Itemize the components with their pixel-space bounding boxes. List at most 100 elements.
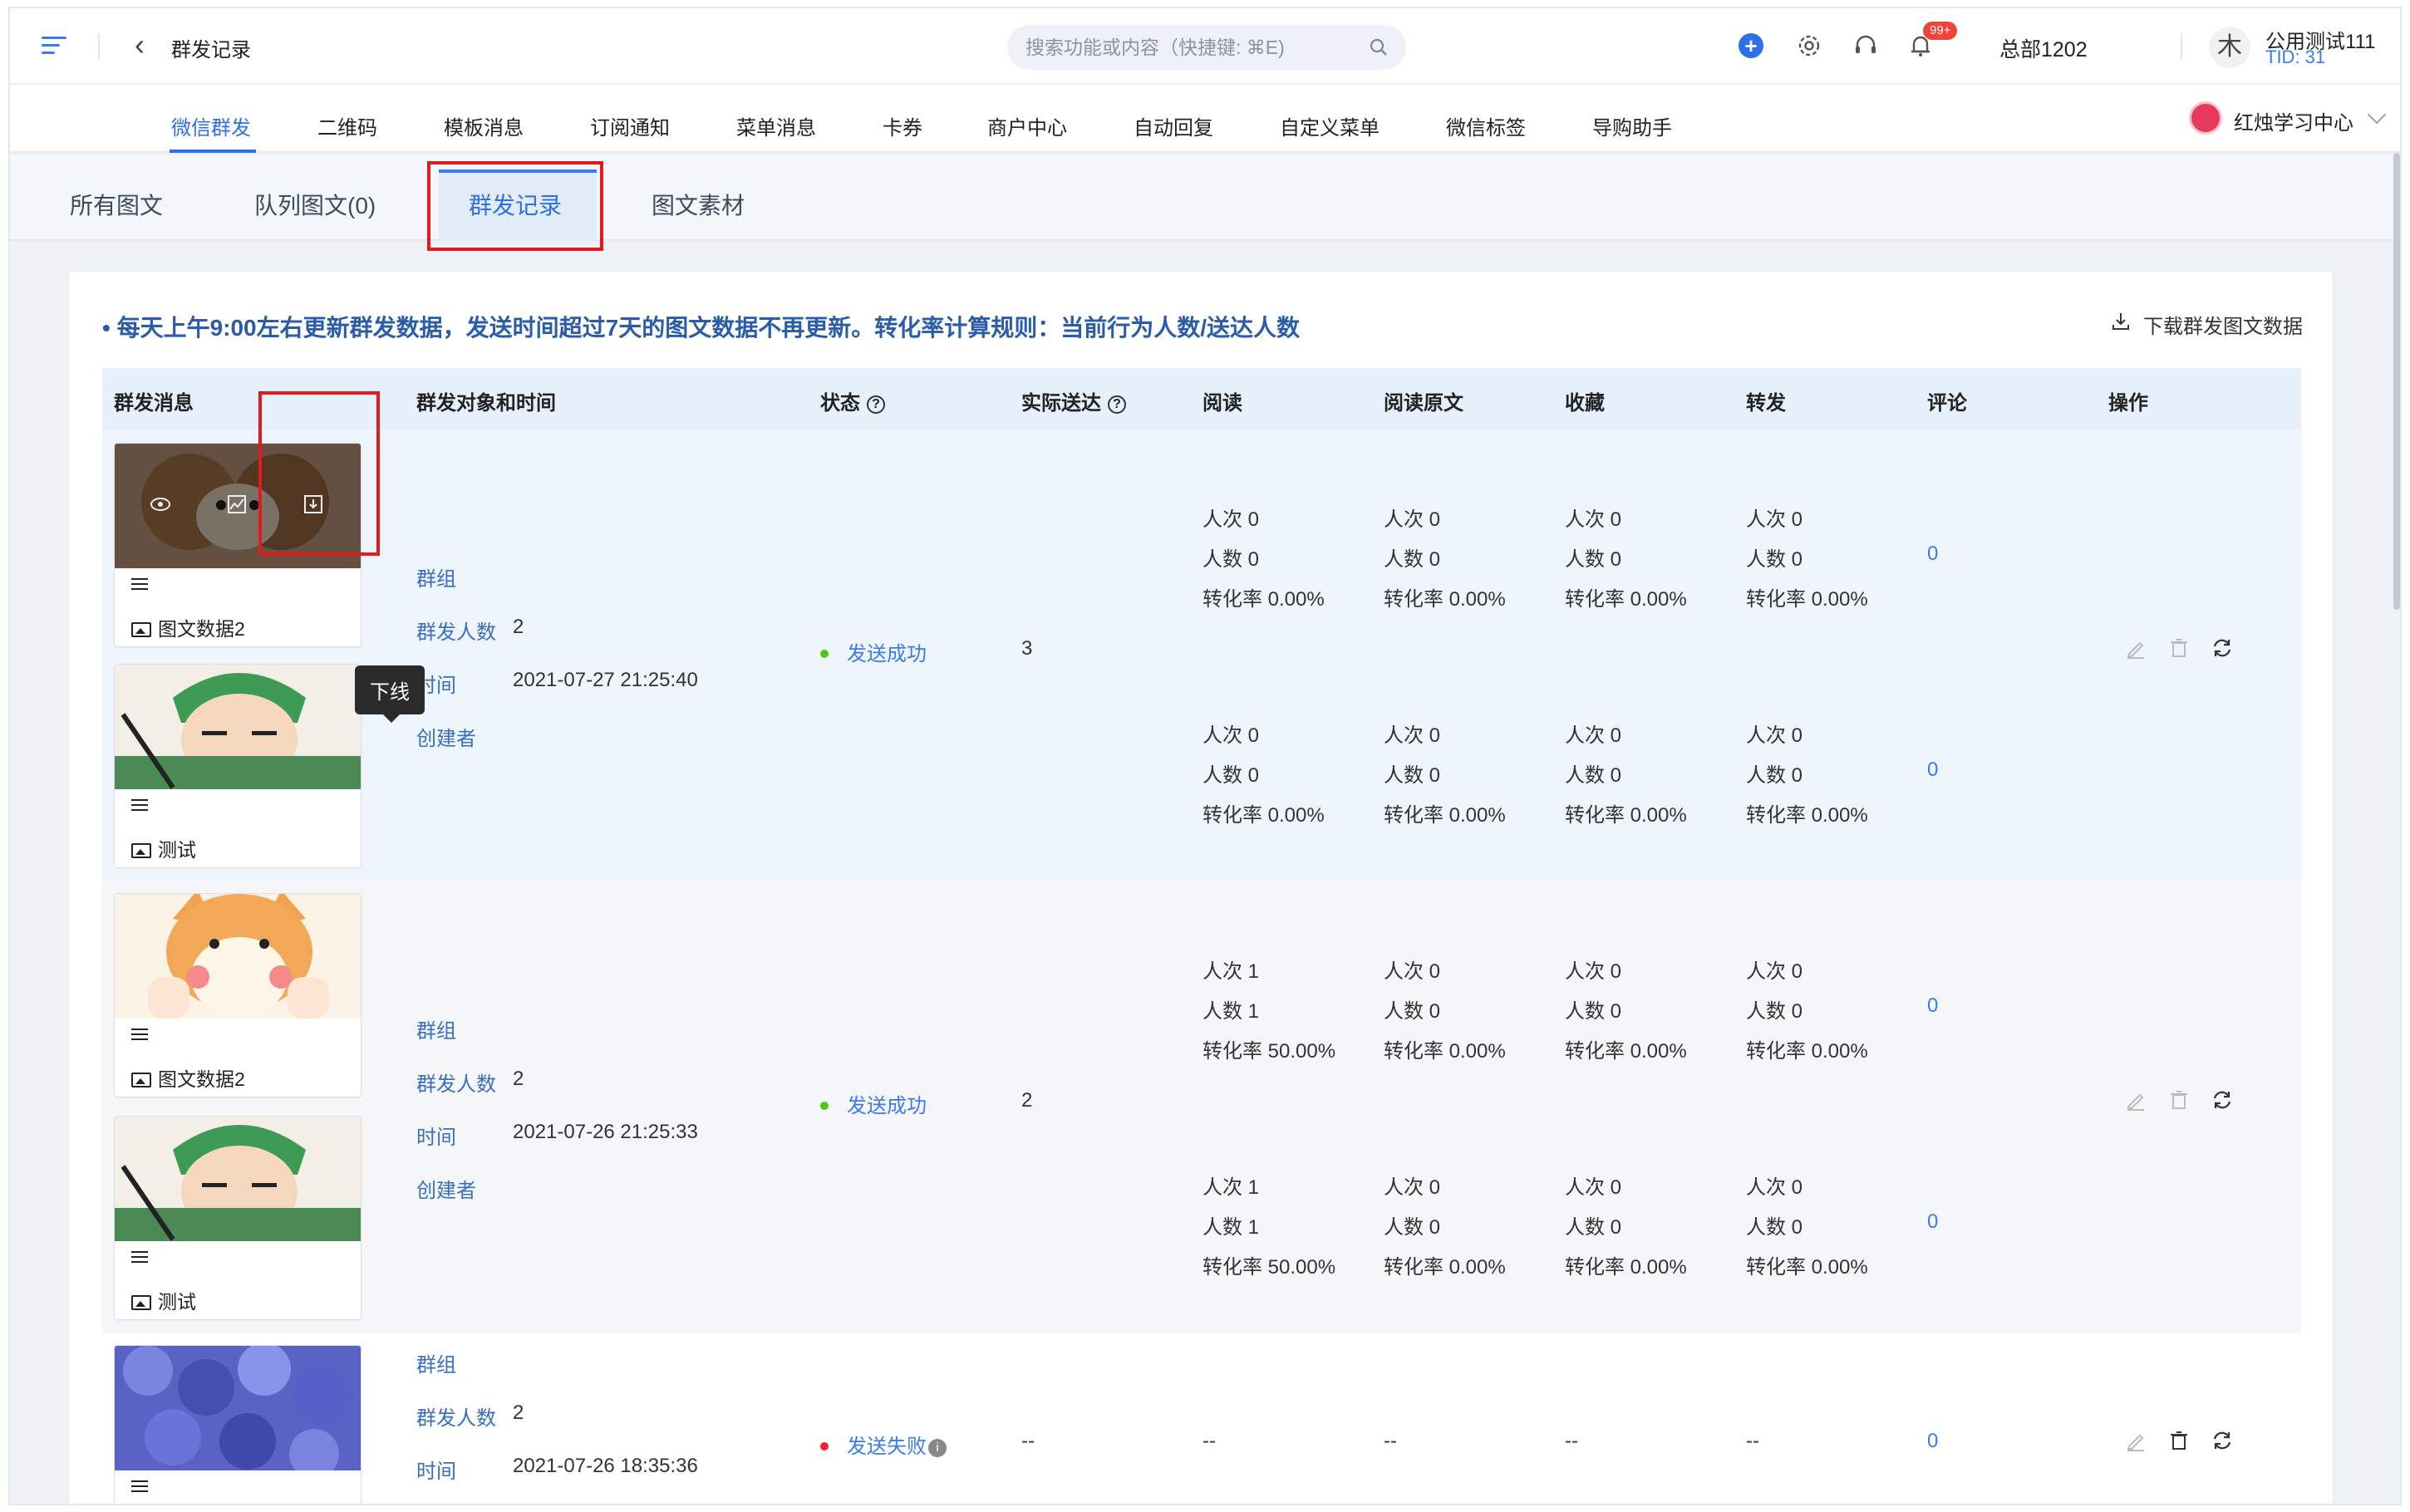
refresh-icon[interactable]	[2211, 637, 2233, 659]
avatar[interactable]: 木	[2209, 27, 2250, 68]
tab-all-articles[interactable]: 所有图文	[70, 188, 163, 221]
stat-value: 人数 0	[1746, 1000, 1803, 1023]
divider	[2181, 33, 2182, 60]
update-notice: • 每天上午9:00左右更新群发数据，发送时间超过7天的图文数据不再更新。转化率…	[102, 315, 1300, 341]
comment-count[interactable]: 0	[1927, 1210, 1938, 1234]
sub-tabs: 所有图文 队列图文(0) 群发记录 图文素材	[10, 155, 2400, 241]
status-badge: 发送成功	[820, 637, 927, 666]
chevron-down-icon[interactable]	[2367, 105, 2387, 125]
stat-value: 人数 0	[1384, 1216, 1441, 1239]
th-target: 群发对象和时间	[416, 392, 556, 415]
nav-item-auto-reply[interactable]: 自动回复	[1134, 111, 1213, 140]
nav-item-custom-menu[interactable]: 自定义菜单	[1280, 111, 1380, 140]
status-dot	[820, 650, 829, 658]
nav-item-template-msg[interactable]: 模板消息	[444, 111, 524, 140]
scrollbar-thumb[interactable]	[2393, 153, 2400, 610]
stat-value: 人数 0	[1565, 548, 1622, 571]
stat-value: 人数 0	[1384, 764, 1441, 787]
article-title: 测试	[131, 834, 196, 862]
delete-icon[interactable]	[2168, 637, 2190, 659]
add-icon[interactable]: +	[1739, 33, 1763, 58]
stat-value: 转化率 0.00%	[1565, 1040, 1687, 1063]
comment-count[interactable]: 0	[1927, 1430, 1938, 1453]
article-card[interactable]	[114, 1345, 362, 1504]
article-card[interactable]: 测试	[114, 1116, 362, 1320]
chart-icon[interactable]	[226, 493, 248, 515]
article-card[interactable]: 测试	[114, 664, 362, 868]
settings-icon[interactable]	[1795, 32, 1823, 60]
nav-item-menu-msg[interactable]: 菜单消息	[736, 111, 816, 140]
scrollbar[interactable]	[2393, 153, 2400, 984]
hydrangea-icon	[115, 1346, 361, 1470]
back-icon[interactable]: ‹	[135, 30, 145, 60]
stat-value: --	[1203, 1430, 1216, 1452]
nav-item-mass-send[interactable]: 微信群发	[171, 111, 251, 140]
nav-item-wechat-tag[interactable]: 微信标签	[1446, 111, 1526, 140]
stat-value: 人次 0	[1384, 508, 1441, 531]
nav-item-shopping-guide[interactable]: 导购助手	[1592, 111, 1672, 140]
send-count: 2	[513, 1068, 524, 1090]
stat-value: 人数 0	[1565, 764, 1622, 787]
edit-icon[interactable]	[2125, 637, 2147, 659]
notification-badge: 99+	[1923, 22, 1958, 40]
status-dot	[820, 1102, 829, 1110]
comment-count[interactable]: 0	[1927, 994, 1938, 1018]
preview-icon[interactable]	[150, 493, 171, 515]
stat-value: 人次 0	[1746, 1176, 1803, 1199]
nav-item-merchant[interactable]: 商户中心	[987, 111, 1067, 140]
stat-value: 人数 0	[1746, 764, 1803, 787]
creator-label: 创建者	[416, 728, 476, 750]
stat-value: 人次 0	[1746, 960, 1803, 983]
stat-value: 转化率 0.00%	[1746, 588, 1868, 611]
stat-value: 人次 0	[1384, 1176, 1441, 1199]
tab-article-material[interactable]: 图文素材	[652, 188, 745, 221]
help-icon[interactable]: ?	[1108, 395, 1126, 414]
article-card[interactable]: 图文数据2	[114, 893, 362, 1097]
th-read: 阅读	[1203, 392, 1242, 415]
comment-count[interactable]: 0	[1927, 758, 1938, 782]
stat-value: 人次 1	[1203, 960, 1260, 983]
edit-icon[interactable]	[2125, 1430, 2147, 1451]
nav-item-coupon[interactable]: 卡券	[883, 111, 922, 140]
info-icon[interactable]: i	[928, 1439, 947, 1457]
store-name[interactable]: 红烛学习中心	[2234, 106, 2353, 135]
th-action: 操作	[2108, 392, 2148, 415]
download-data-link[interactable]: 下载群发图文数据	[2143, 310, 2303, 339]
stat-value: 转化率 0.00%	[1746, 1040, 1868, 1063]
search-input[interactable]	[1025, 25, 1358, 70]
stat-value: 人次 1	[1203, 1176, 1260, 1199]
delete-icon[interactable]	[2168, 1089, 2190, 1111]
headset-icon[interactable]	[1852, 32, 1880, 60]
records-card: • 每天上午9:00左右更新群发数据，发送时间超过7天的图文数据不再更新。转化率…	[68, 271, 2334, 1504]
org-name[interactable]: 总部1202	[1999, 33, 2088, 63]
status-dot	[820, 1442, 829, 1451]
highlight-box	[427, 161, 603, 251]
stat-value: 人次 0	[1565, 508, 1622, 531]
send-count: 2	[513, 1402, 524, 1424]
download-icon[interactable]	[2112, 312, 2130, 331]
tab-queue-articles[interactable]: 队列图文(0)	[254, 188, 376, 221]
stat-value: 人次 0	[1384, 724, 1441, 747]
send-time: 2021-07-27 21:25:40	[513, 669, 698, 691]
search-icon[interactable]	[1370, 38, 1388, 56]
stat-value: 转化率 0.00%	[1203, 588, 1325, 611]
edit-icon[interactable]	[2125, 1089, 2147, 1111]
search-box[interactable]	[1007, 25, 1406, 70]
delete-icon[interactable]	[2168, 1430, 2190, 1451]
nav-item-qrcode[interactable]: 二维码	[317, 111, 377, 140]
stat-value: --	[1384, 1430, 1397, 1452]
stat-value: 转化率 0.00%	[1746, 1256, 1868, 1279]
help-icon[interactable]: ?	[867, 395, 885, 414]
nav-item-subscribe[interactable]: 订阅通知	[590, 111, 670, 140]
refresh-icon[interactable]	[2211, 1089, 2233, 1111]
stat-value: 人数 0	[1203, 548, 1260, 571]
image-icon	[131, 1295, 151, 1310]
refresh-icon[interactable]	[2211, 1430, 2233, 1451]
comment-count[interactable]: 0	[1927, 542, 1938, 566]
stat-value: 转化率 0.00%	[1565, 588, 1687, 611]
stat-value: 人数 0	[1203, 764, 1260, 787]
swordsman-icon	[115, 1117, 361, 1241]
delivered-count: 2	[1021, 1089, 1033, 1112]
menu-icon[interactable]	[42, 37, 66, 55]
group-label: 群组	[416, 1020, 456, 1043]
